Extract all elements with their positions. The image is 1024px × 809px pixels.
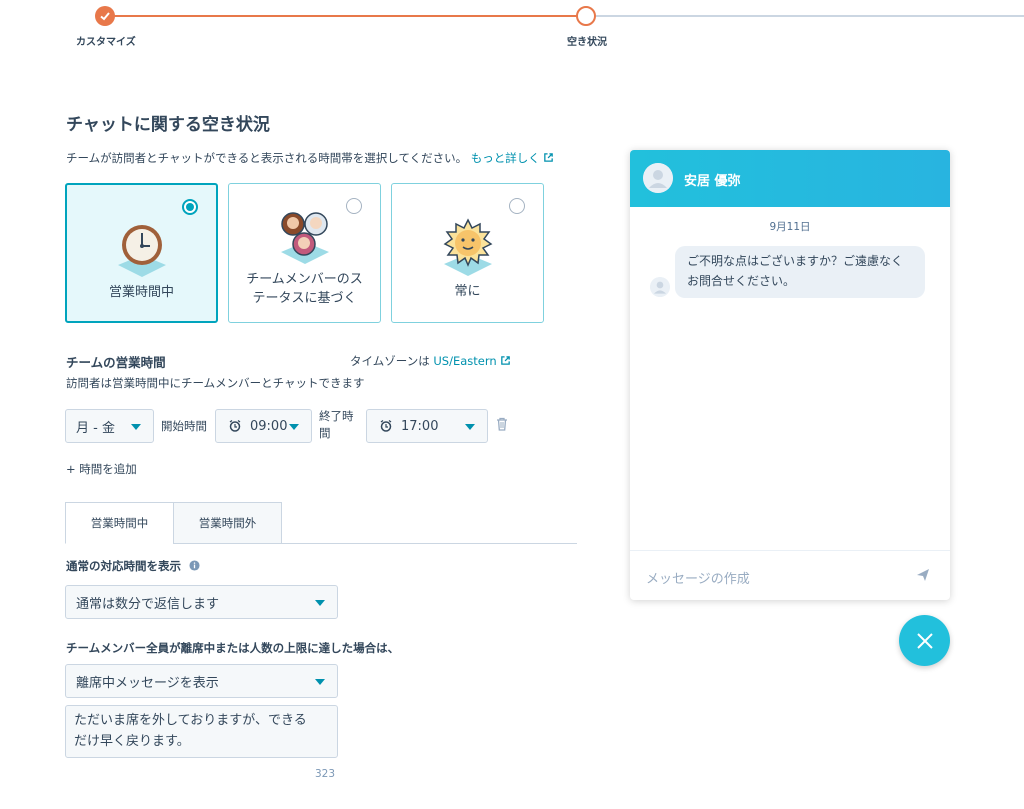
step-label-customize[interactable]: カスタマイズ [76, 33, 136, 48]
days-select[interactable]: 月 - 金 [65, 409, 154, 443]
tab-business-hours[interactable]: 営業時間中 [65, 502, 174, 544]
response-time-label-text: 通常の対応時間を表示 [66, 559, 181, 573]
end-time-label: 終了時 間 [319, 408, 354, 442]
timezone-link[interactable]: US/Eastern [433, 354, 511, 368]
option-always[interactable]: 常に [391, 183, 544, 323]
chat-header: 安居 優弥 [630, 150, 950, 207]
option-business-hours-label: 営業時間中 [108, 285, 174, 300]
away-label: チームメンバー全員が離席中または人数の上限に達した場合は、 [66, 641, 400, 655]
chevron-down-icon [315, 600, 325, 606]
chat-date: 9月11日 [769, 221, 811, 233]
chevron-down-icon [465, 424, 475, 430]
chevron-down-icon [315, 679, 325, 685]
add-hours-link[interactable]: + 時間を追加 [66, 461, 137, 477]
info-icon[interactable] [189, 560, 200, 571]
user-avatar-icon [650, 277, 670, 297]
option-business-hours[interactable]: 営業時間中 [65, 183, 218, 323]
avatar [643, 163, 673, 193]
timezone-value[interactable]: US/Eastern [433, 354, 496, 368]
avatar [650, 277, 670, 297]
tab-after-hours[interactable]: 営業時間外 [173, 502, 282, 544]
learn-more-link[interactable]: もっと詳しく [471, 151, 555, 165]
step-availability-marker[interactable] [576, 6, 596, 26]
away-message-textarea[interactable]: ただいま席を外しておりますが、できる だけ早く戻ります。 [65, 705, 338, 758]
business-hours-title: チームの営業時間 [66, 355, 166, 370]
close-icon [916, 632, 933, 649]
end-time-select[interactable]: 17:00 [366, 409, 488, 443]
response-time-label: 通常の対応時間を表示 [66, 558, 200, 574]
stepper-progress-line [105, 15, 581, 17]
radio-business-hours[interactable] [182, 199, 198, 215]
external-link-icon [544, 153, 554, 162]
business-hours-description: 訪問者は営業時間中にチームメンバーとチャットできます [66, 376, 365, 390]
chat-message-input[interactable]: メッセージの作成 [646, 568, 750, 587]
clock-icon [117, 225, 166, 277]
step-customize-check-icon[interactable] [95, 6, 115, 26]
away-behavior-value: 離席中メッセージを表示 [76, 675, 219, 691]
trash-icon[interactable] [496, 417, 508, 431]
chat-message-line1: ご不明な点はございますか？ご遠慮なく [687, 254, 904, 268]
character-counter: 323 [315, 768, 336, 780]
hours-tabs: 営業時間中 営業時間外 [65, 502, 577, 544]
option-team-status-label-line2: テータスに基づく [252, 291, 357, 306]
alarm-clock-icon [380, 419, 392, 432]
response-time-value: 通常は数分で返信します [76, 596, 220, 612]
chevron-down-icon [289, 424, 299, 430]
chat-message-bubble: ご不明な点はございますか？ご遠慮なく お問合せください。 [675, 246, 925, 298]
learn-more-label[interactable]: もっと詳しく [471, 151, 540, 165]
away-message-line1: ただいま席を外しておりますが、できる [74, 713, 307, 728]
chat-message-line2: お問合せください。 [687, 274, 796, 288]
chat-preview: 安居 優弥 9月11日 ご不明な点はございますか？ご遠慮なく お問合せください。… [630, 150, 950, 600]
step-label-availability[interactable]: 空き状況 [567, 33, 607, 48]
send-icon[interactable] [916, 568, 930, 582]
timezone-prefix: タイムゾーンは [350, 354, 430, 368]
chevron-down-icon [131, 424, 141, 430]
start-time-select[interactable]: 09:00 [215, 409, 312, 443]
away-message-line2: だけ早く戻ります。 [74, 734, 190, 749]
radio-team-status[interactable] [346, 198, 362, 214]
end-time-value: 17:00 [401, 418, 439, 434]
option-team-status-label: チームメンバーのス テータスに基づく [229, 270, 380, 308]
option-team-status[interactable]: チームメンバーのス テータスに基づく [228, 183, 381, 323]
external-link-icon [501, 356, 511, 365]
chat-agent-name: 安居 優弥 [684, 174, 741, 189]
start-time-value: 09:00 [250, 418, 288, 434]
radio-always[interactable] [509, 198, 525, 214]
option-team-status-label-line1: チームメンバーのス [246, 272, 363, 287]
away-behavior-select[interactable]: 離席中メッセージを表示 [65, 664, 338, 698]
response-time-select[interactable]: 通常は数分で返信します [65, 585, 338, 619]
close-chat-button[interactable] [899, 615, 950, 666]
option-always-label: 常に [454, 284, 481, 299]
end-time-label-line2: 間 [319, 426, 331, 440]
page-subtitle: チームが訪問者とチャットができると表示される時間帯を選択してください。 もっと詳… [66, 150, 554, 166]
stepper-remaining-line [596, 15, 1024, 17]
start-time-label: 開始時間 [161, 419, 207, 433]
sun-icon [443, 218, 492, 276]
page-title: チャットに関する空き状況 [66, 115, 270, 135]
team-avatars-icon [280, 212, 329, 264]
subtitle-text: チームが訪問者とチャットができると表示される時間帯を選択してください。 [66, 151, 468, 165]
end-time-label-line1: 終了時 [319, 409, 354, 423]
days-value: 月 - 金 [76, 420, 115, 436]
user-avatar-icon [643, 163, 673, 193]
timezone-info: タイムゾーンは US/Eastern [350, 353, 511, 369]
chat-footer: メッセージの作成 [630, 550, 950, 600]
alarm-clock-icon [229, 419, 241, 432]
